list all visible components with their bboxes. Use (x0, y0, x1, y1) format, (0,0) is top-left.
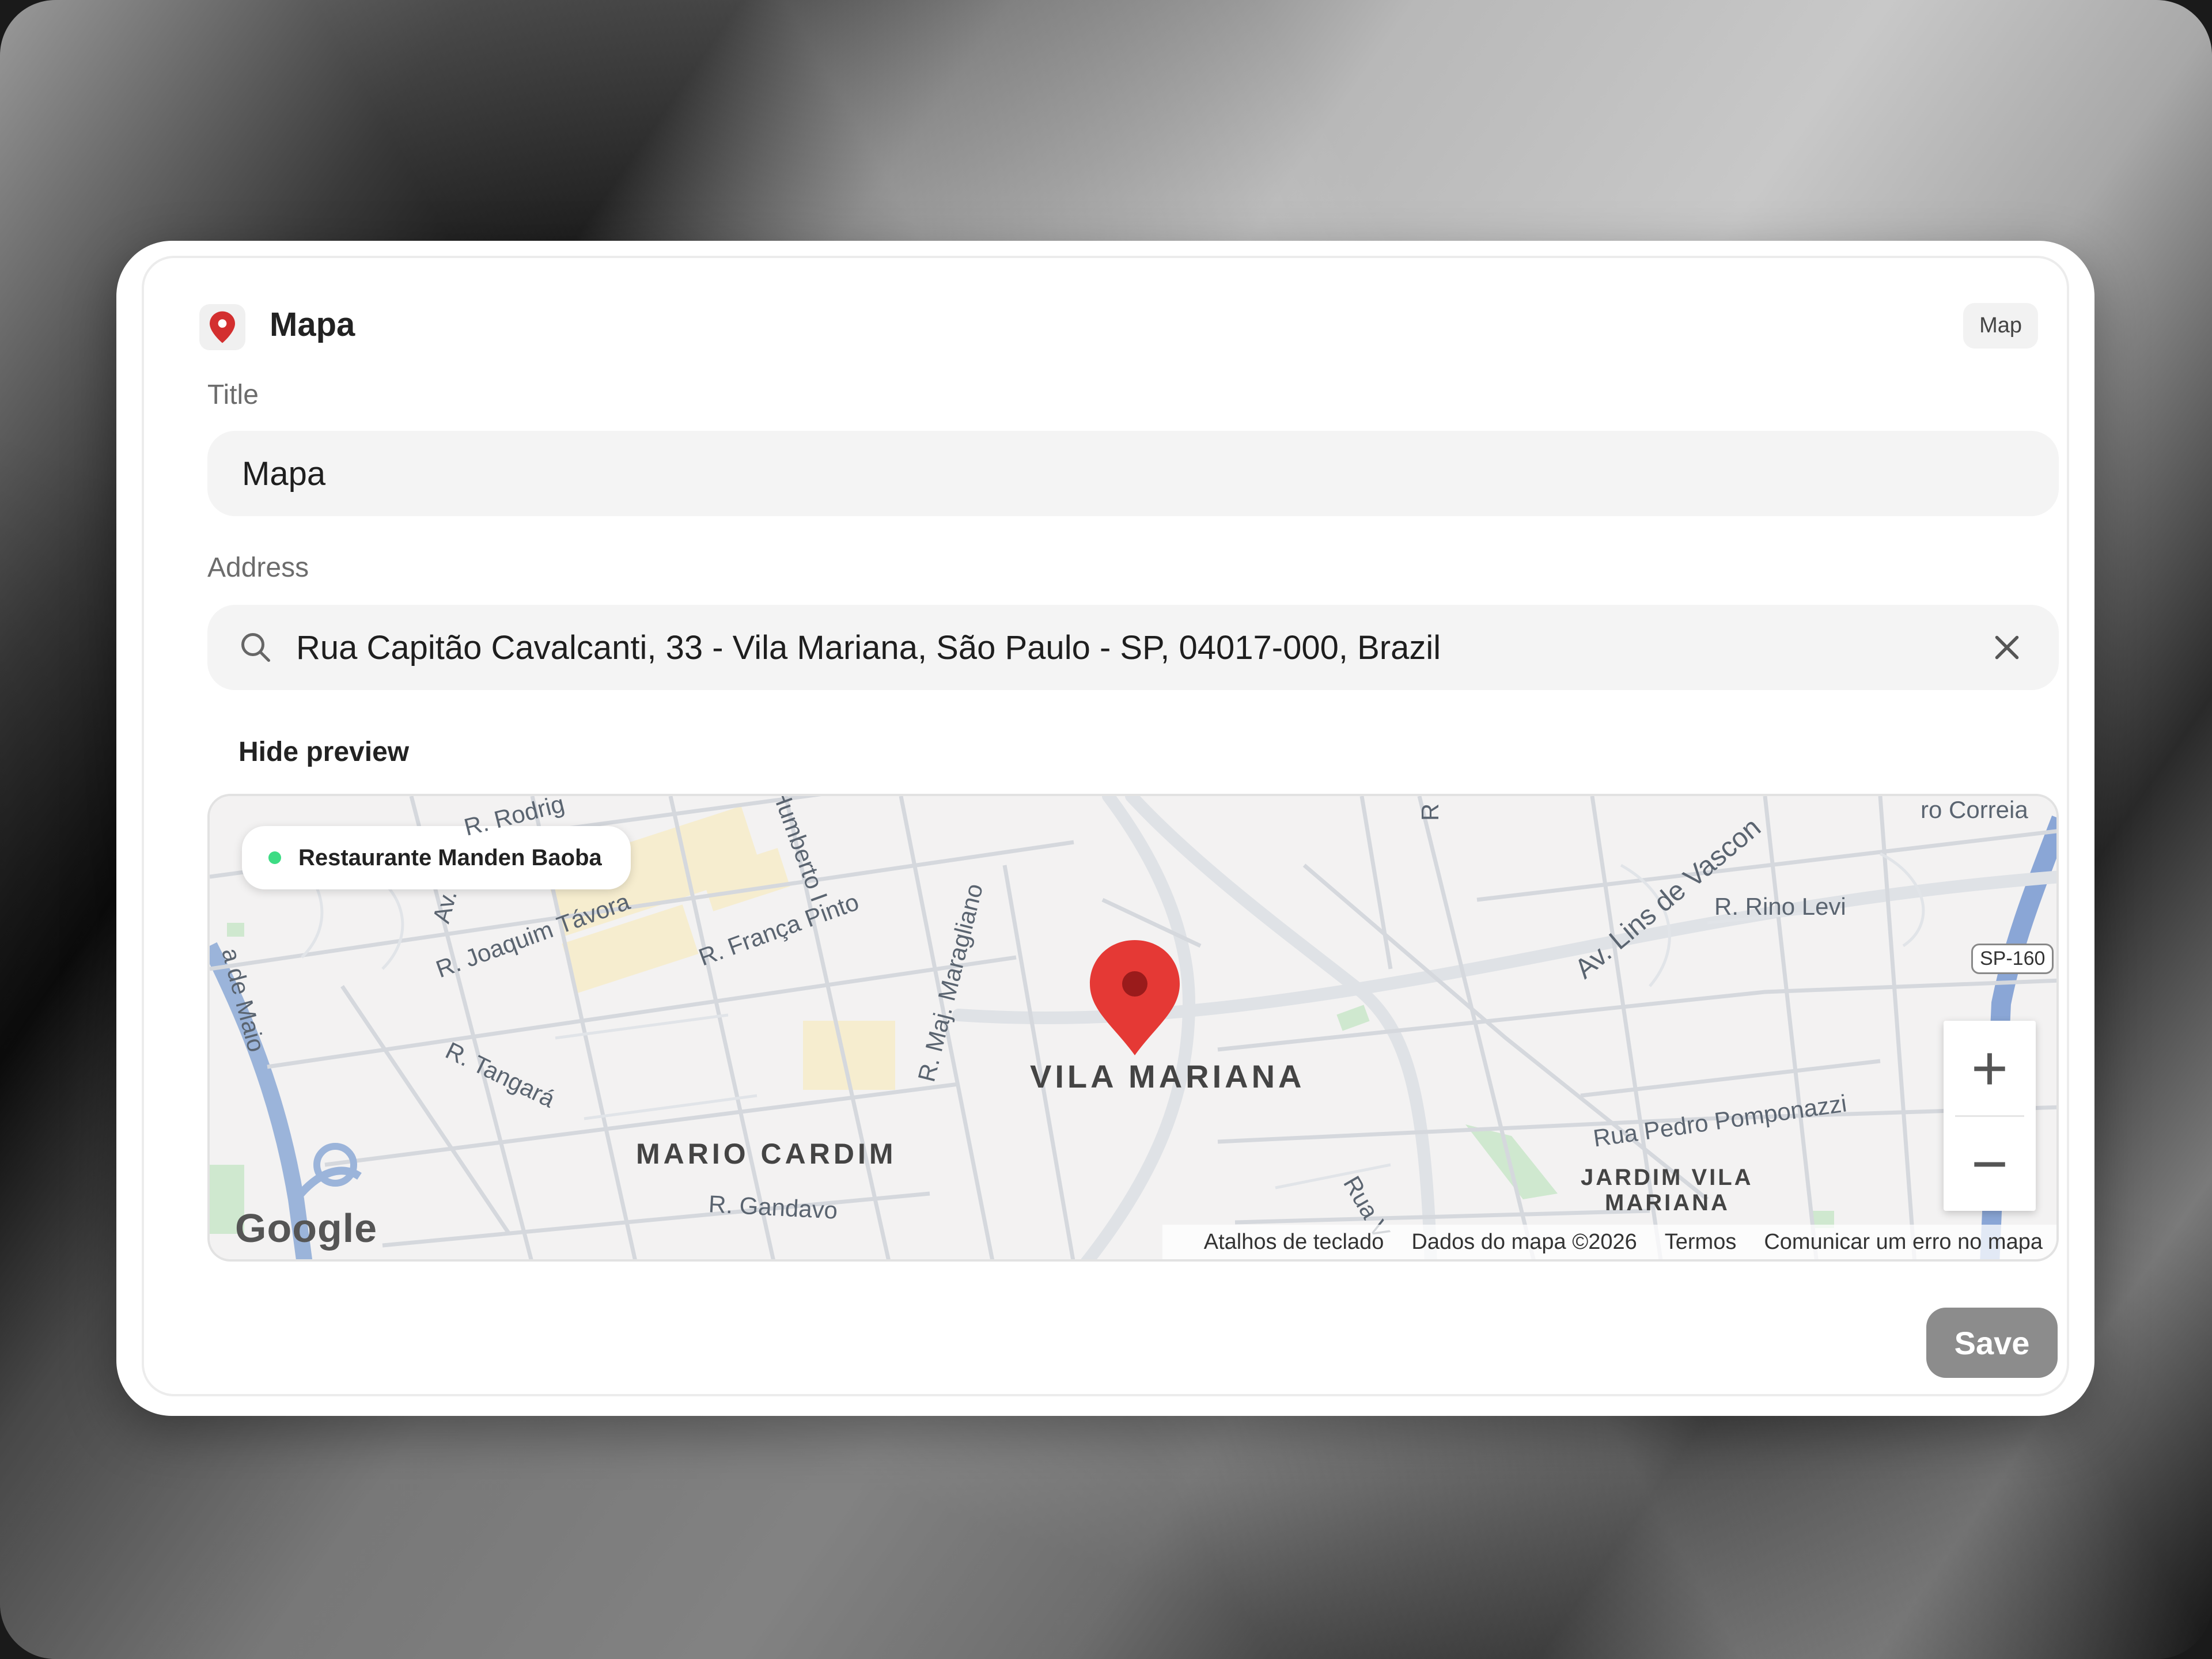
map-settings-card: Mapa Map Title Mapa Address Rua Capitão … (116, 241, 2094, 1416)
google-logo: Google (235, 1206, 378, 1251)
status-dot (268, 851, 281, 864)
street-label: R. Rino Levi (1714, 893, 1846, 920)
card-inner-frame: Mapa Map Title Mapa Address Rua Capitão … (142, 256, 2069, 1396)
map-data-text: Dados do mapa ©2026 (1411, 1229, 1637, 1254)
place-chip-label: Restaurante Manden Baoba (298, 844, 602, 870)
address-input[interactable]: Rua Capitão Cavalcanti, 33 - Vila Marian… (207, 605, 2059, 690)
highway-badge: SP-160 (1971, 944, 2054, 974)
map-attribution: Atalhos de teclado Dados do mapa ©2026 T… (1162, 1225, 2056, 1259)
district-label-jardim-vila-mariana-1: JARDIM VILA (1581, 1165, 1753, 1190)
keyboard-shortcuts-link[interactable]: Atalhos de teclado (1204, 1230, 1384, 1255)
street-label: R (1416, 803, 1444, 821)
title-input[interactable]: Mapa (207, 431, 2059, 516)
search-icon (241, 633, 270, 662)
address-input-value: Rua Capitão Cavalcanti, 33 - Vila Marian… (296, 628, 1441, 666)
address-label: Address (207, 552, 309, 583)
district-label-mario-cardim: MARIO CARDIM (636, 1138, 897, 1170)
close-icon[interactable] (1990, 630, 2024, 665)
terms-link[interactable]: Termos (1665, 1230, 1737, 1255)
title-label: Title (207, 380, 259, 410)
zoom-control: + − (1944, 1021, 2036, 1211)
place-chip[interactable]: Restaurante Manden Baoba (242, 826, 631, 889)
widget-type-badge: Map (1963, 303, 2038, 349)
zoom-out-button[interactable]: − (1944, 1116, 2036, 1211)
zoom-in-button[interactable]: + (1944, 1021, 2036, 1115)
district-label-jardim-vila-mariana-2: MARIANA (1605, 1190, 1730, 1215)
hide-preview-link[interactable]: Hide preview (238, 736, 409, 768)
report-error-link[interactable]: Comunicar um erro no mapa (1764, 1230, 2043, 1255)
title-input-value: Mapa (242, 454, 326, 493)
widget-title: Mapa (270, 306, 355, 343)
street-label: ro Correia (1921, 796, 2028, 823)
map-preview[interactable]: Restaurante Manden Baoba R. Rodrig Humbe… (207, 794, 2059, 1262)
map-pin-icon (199, 304, 245, 350)
save-button[interactable]: Save (1926, 1308, 2058, 1378)
district-label-vila-mariana: VILA MARIANA (1030, 1058, 1305, 1094)
